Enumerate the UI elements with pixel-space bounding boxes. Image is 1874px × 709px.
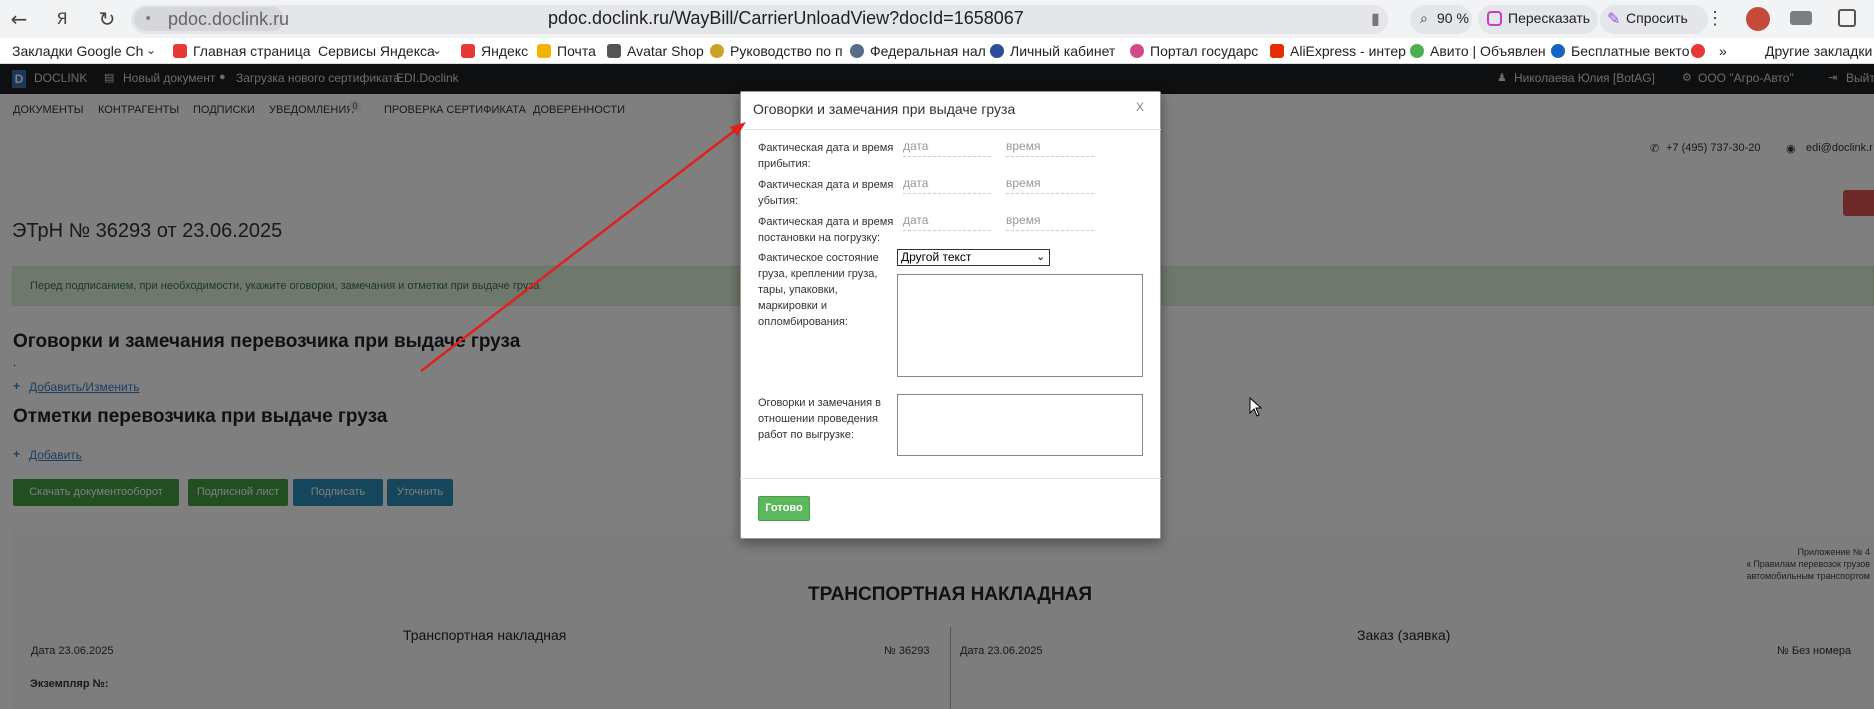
departure-label: Фактическая дата и время убытия: <box>758 179 894 207</box>
bookmark-cabinet[interactable]: Личный кабинет <box>1010 43 1115 59</box>
bookmark-avito[interactable]: Авито | Объявлен <box>1430 43 1546 59</box>
avatar-shop-icon <box>607 44 621 58</box>
chevron-down-icon[interactable]: ⌄ <box>1036 250 1045 263</box>
reload-icon[interactable]: ↻ <box>94 6 120 32</box>
bookmark-avatar[interactable]: Avatar Shop <box>627 43 704 59</box>
emblem-icon <box>990 44 1004 58</box>
aliexpress-icon <box>1270 44 1284 58</box>
cargo-state-label: Фактическое состояние груза, креплении г… <box>758 252 879 328</box>
zoom-level: 90 % <box>1437 10 1469 26</box>
bookmark-vectors[interactable]: Бесплатные векто <box>1571 43 1689 59</box>
retell-icon <box>1487 11 1502 26</box>
arrival-label: Фактическая дата и время прибытия: <box>758 142 894 170</box>
yandex-icon <box>173 44 187 58</box>
bookmark-yandex[interactable]: Яндекс <box>481 43 528 59</box>
lock-icon[interactable]: ▪ <box>140 10 156 26</box>
modal-title: Оговорки и замечания при выдаче груза <box>753 101 1016 117</box>
cargo-state-selected: Другой текст <box>901 250 972 264</box>
departure-date-input[interactable]: дата <box>903 176 991 194</box>
bookmark-aliexpress[interactable]: AliExpress - интер <box>1290 43 1406 59</box>
emblem-icon <box>850 44 864 58</box>
done-button[interactable]: Готово <box>758 496 810 521</box>
chevron-down-icon[interactable]: ⌄ <box>432 43 442 57</box>
domain-text: pdoc.doclink.ru <box>168 9 290 29</box>
vector-icon <box>1551 44 1565 58</box>
yandex-icon <box>461 44 475 58</box>
heart-icon <box>1691 44 1705 58</box>
close-icon[interactable]: x <box>1136 98 1144 116</box>
tabs-icon[interactable] <box>1838 9 1856 27</box>
loading-date-input[interactable]: дата <box>903 213 991 231</box>
unload-remarks-textarea[interactable] <box>897 394 1143 456</box>
downloads-icon[interactable] <box>1790 11 1812 25</box>
departure-time-input[interactable]: время <box>1006 176 1094 194</box>
bookmark-google[interactable]: Закладки Google Ch <box>12 43 143 59</box>
url-text[interactable]: pdoc.doclink.ru/WayBill/CarrierUnloadVie… <box>548 8 1024 29</box>
ask-icon: ✎ <box>1607 11 1621 28</box>
mouse-cursor-icon <box>1249 397 1263 417</box>
arrival-time-input[interactable]: время <box>1006 139 1094 157</box>
zoom-icon: ⌕ <box>1420 10 1428 26</box>
bookmark-icon[interactable]: ▮ <box>1371 9 1380 29</box>
modal-divider <box>740 478 1161 479</box>
bookmark-portal[interactable]: Портал государс <box>1150 43 1258 59</box>
mail-icon <box>537 44 551 58</box>
cargo-state-textarea[interactable] <box>897 274 1143 377</box>
bookmark-services[interactable]: Сервисы Яндекса <box>318 43 435 59</box>
modal-divider <box>740 129 1161 130</box>
bookmark-main[interactable]: Главная страница <box>193 43 311 59</box>
arrival-date-input[interactable]: дата <box>903 139 991 157</box>
bookmark-tax[interactable]: Федеральная нал <box>870 43 986 59</box>
bookmark-guide[interactable]: Руководство по п <box>730 43 843 59</box>
extension-icon[interactable] <box>1746 7 1770 31</box>
loading-time-input[interactable]: время <box>1006 213 1094 231</box>
bookmark-mail[interactable]: Почта <box>557 43 596 59</box>
retell-label: Пересказать <box>1508 10 1591 26</box>
back-icon[interactable]: ← <box>6 6 32 32</box>
gear-icon <box>710 44 724 58</box>
cargo-state-select[interactable]: Другой текст <box>897 249 1050 266</box>
yandex-home-icon[interactable]: Я <box>49 6 75 32</box>
bookmarks-overflow-icon[interactable]: » <box>1719 43 1727 59</box>
unload-remarks-label: Оговорки и замечания в отношении проведе… <box>758 397 882 441</box>
chevron-down-icon[interactable]: ⌄ <box>146 43 156 57</box>
loading-label: Фактическая дата и время постановки на п… <box>758 216 894 244</box>
more-menu-icon[interactable]: ⋮ <box>1706 8 1724 29</box>
ask-label: Спросить <box>1626 10 1688 26</box>
other-bookmarks[interactable]: Другие закладки <box>1765 43 1872 59</box>
gosuslugi-icon <box>1130 44 1144 58</box>
avito-icon <box>1410 44 1424 58</box>
